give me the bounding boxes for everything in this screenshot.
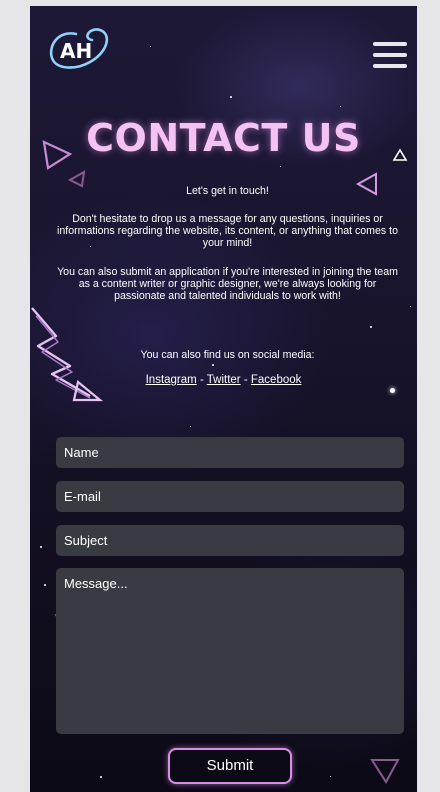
instagram-link[interactable]: Instagram — [146, 374, 197, 386]
social-links: Instagram - Twitter - Facebook — [30, 374, 417, 386]
paragraph-questions: Don't hesitate to drop us a message for … — [57, 213, 398, 250]
logo-text: AH — [60, 39, 92, 63]
star — [150, 46, 151, 47]
star — [280, 166, 281, 167]
message-textarea[interactable]: Message... — [56, 568, 404, 734]
star — [212, 364, 214, 366]
hamburger-menu-icon[interactable] — [373, 42, 407, 68]
ah-logo[interactable]: AH — [46, 26, 112, 72]
submit-button[interactable]: Submit — [168, 748, 292, 784]
star — [100, 776, 102, 778]
contact-page: AH CONTACT US Let's get in touch! Don't … — [30, 6, 417, 792]
facebook-link[interactable]: Facebook — [251, 374, 302, 386]
star — [390, 388, 395, 393]
twitter-link[interactable]: Twitter — [207, 374, 241, 386]
star — [40, 546, 42, 548]
triangle-outline-icon — [370, 759, 400, 784]
star — [340, 106, 341, 107]
intro-text: Let's get in touch! — [186, 185, 269, 197]
star — [230, 96, 232, 98]
paragraph-applications: You can also submit an application if yo… — [57, 266, 398, 303]
star — [44, 584, 46, 586]
star — [410, 306, 411, 307]
star — [330, 776, 331, 777]
menu-bar — [373, 42, 407, 46]
star — [370, 326, 372, 328]
email-field[interactable]: E-mail — [56, 481, 404, 512]
menu-bar — [373, 64, 407, 68]
menu-bar — [373, 53, 407, 57]
page-title: CONTACT US — [86, 116, 361, 160]
star — [190, 426, 191, 427]
separator: - — [196, 374, 207, 386]
separator: - — [240, 374, 251, 386]
social-intro: You can also find us on social media: — [140, 349, 315, 361]
subject-field[interactable]: Subject — [56, 525, 404, 556]
name-field[interactable]: Name — [56, 437, 404, 468]
